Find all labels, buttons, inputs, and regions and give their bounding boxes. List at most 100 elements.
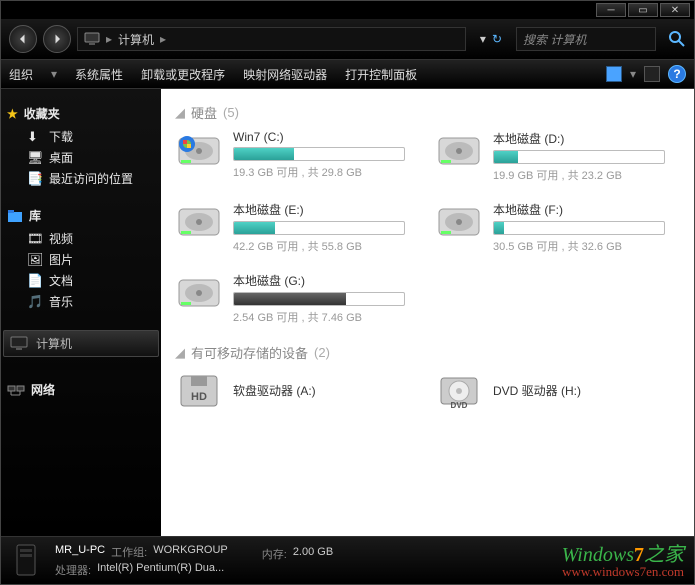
- drive-freespace: 2.54 GB 可用 , 共 7.46 GB: [233, 309, 405, 325]
- breadcrumb-sep: ▸: [106, 32, 112, 46]
- refresh-area: ▾ ↻: [480, 32, 502, 46]
- drive-item[interactable]: 本地磁盘 (E:) 42.2 GB 可用 , 共 55.8 GB: [175, 201, 405, 254]
- sidebar-item-label: 文档: [49, 272, 73, 289]
- drive-item[interactable]: HD 软盘驱动器 (A:): [175, 370, 405, 410]
- computer-icon: [11, 543, 41, 579]
- sidebar-item-label: 最近访问的位置: [49, 170, 133, 187]
- library-icon: [7, 209, 23, 223]
- search-icon[interactable]: [668, 30, 686, 48]
- toolbar-controlpanel[interactable]: 打开控制面板: [345, 66, 417, 83]
- drive-name: 软盘驱动器 (A:): [233, 382, 405, 399]
- collapse-icon: ◢: [175, 345, 185, 361]
- minimize-button[interactable]: ─: [596, 3, 626, 17]
- status-pcname: MR_U-PC: [55, 544, 105, 560]
- status-workgroup-label: 工作组:: [111, 544, 147, 560]
- toolbar-mapdrive[interactable]: 映射网络驱动器: [243, 66, 327, 83]
- toolbar-organize[interactable]: 组织: [9, 66, 33, 83]
- drive-item[interactable]: DVD DVD 驱动器 (H:): [435, 370, 665, 410]
- drive-item[interactable]: 本地磁盘 (F:) 30.5 GB 可用 , 共 32.6 GB: [435, 201, 665, 254]
- group-removable[interactable]: ◢ 有可移动存储的设备 (2): [175, 343, 680, 362]
- picture-icon: 🖼: [27, 252, 43, 268]
- breadcrumb-sep: ▸: [160, 32, 166, 46]
- drive-freespace: 30.5 GB 可用 , 共 32.6 GB: [493, 238, 665, 254]
- explorer-window: ─ ▭ ✕ ▸ 计算机 ▸ ▾ ↻ 搜索 计算机 组织 ▾: [0, 0, 695, 585]
- libraries-label: 库: [29, 207, 41, 224]
- sidebar-item-library[interactable]: 📄 文档: [7, 270, 155, 291]
- capacity-bar: [233, 221, 405, 235]
- toolbar-uninstall[interactable]: 卸载或更改程序: [141, 66, 225, 83]
- drive-freespace: 19.9 GB 可用 , 共 23.2 GB: [493, 167, 665, 183]
- group-removable-count: (2): [314, 345, 330, 360]
- status-cpu: Intel(R) Pentium(R) Dua...: [97, 562, 224, 578]
- sidebar-item-label: 音乐: [49, 293, 73, 310]
- sidebar-libraries-head[interactable]: 库: [7, 207, 155, 224]
- titlebar: ─ ▭ ✕: [1, 1, 694, 19]
- document-icon: 📄: [27, 273, 43, 289]
- floppy-icon: HD: [175, 370, 223, 410]
- group-hdd-count: (5): [223, 105, 239, 120]
- drive-item[interactable]: Win7 (C:) 19.3 GB 可用 , 共 29.8 GB: [175, 130, 405, 183]
- sidebar-item-label: 图片: [49, 251, 73, 268]
- desktop-icon: 🖥: [27, 150, 43, 166]
- body: ★ 收藏夹 ⬇下载 🖥 桌面 📑最近访问的位置 库 🎞 视频 🖼 图片 📄 文档 🎵 音乐 计算机: [1, 89, 694, 536]
- capacity-bar: [233, 292, 405, 306]
- dropdown-history-icon[interactable]: ▾: [480, 32, 486, 46]
- forward-button[interactable]: [43, 25, 71, 53]
- drive-freespace: 42.2 GB 可用 , 共 55.8 GB: [233, 238, 405, 254]
- hdd-icon: [175, 130, 223, 170]
- sidebar-item-label: 下载: [49, 128, 73, 145]
- computer-label: 计算机: [36, 335, 72, 352]
- help-icon[interactable]: ?: [668, 65, 686, 83]
- sidebar-item-library[interactable]: 🖼 图片: [7, 249, 155, 270]
- close-button[interactable]: ✕: [660, 3, 690, 17]
- group-hdd[interactable]: ◢ 硬盘 (5): [175, 103, 680, 122]
- svg-text:DVD: DVD: [451, 401, 468, 410]
- video-icon: 🎞: [27, 231, 43, 247]
- sidebar-item-library[interactable]: 🎞 视频: [7, 228, 155, 249]
- toolbar-sysprops[interactable]: 系统属性: [75, 66, 123, 83]
- refresh-icon[interactable]: ↻: [492, 32, 502, 46]
- drive-name: 本地磁盘 (F:): [493, 201, 665, 218]
- sidebar: ★ 收藏夹 ⬇下载 🖥 桌面 📑最近访问的位置 库 🎞 视频 🖼 图片 📄 文档 🎵 音乐 计算机: [1, 89, 161, 536]
- content-pane: ◢ 硬盘 (5) Win7 (C:) 19.3 GB 可用 , 共 29.8 G…: [161, 89, 694, 536]
- network-label: 网络: [31, 381, 55, 398]
- hdd-icon: [435, 130, 483, 170]
- view-mode-icon[interactable]: [606, 66, 622, 82]
- drive-item[interactable]: 本地磁盘 (G:) 2.54 GB 可用 , 共 7.46 GB: [175, 272, 405, 325]
- navbar: ▸ 计算机 ▸ ▾ ↻ 搜索 计算机: [1, 19, 694, 59]
- sidebar-item-favorite[interactable]: 📑最近访问的位置: [7, 168, 155, 189]
- preview-pane-icon[interactable]: [644, 66, 660, 82]
- computer-icon: [84, 32, 100, 46]
- group-removable-label: 有可移动存储的设备: [191, 343, 308, 362]
- breadcrumb-root[interactable]: 计算机: [118, 31, 154, 48]
- star-icon: ★: [7, 107, 18, 121]
- favorites-label: 收藏夹: [24, 105, 60, 122]
- network-icon: [7, 383, 25, 397]
- hdd-icon: [175, 201, 223, 241]
- sidebar-item-favorite[interactable]: 🖥 桌面: [7, 147, 155, 168]
- sidebar-item-favorite[interactable]: ⬇下载: [7, 126, 155, 147]
- sidebar-favorites-head[interactable]: ★ 收藏夹: [7, 105, 155, 122]
- drive-item[interactable]: 本地磁盘 (D:) 19.9 GB 可用 , 共 23.2 GB: [435, 130, 665, 183]
- sidebar-item-label: 视频: [49, 230, 73, 247]
- drive-freespace: 19.3 GB 可用 , 共 29.8 GB: [233, 164, 405, 180]
- sidebar-item-network[interactable]: 网络: [7, 381, 155, 398]
- back-button[interactable]: [9, 25, 37, 53]
- drive-name: 本地磁盘 (G:): [233, 272, 405, 289]
- dvd-icon: DVD: [435, 370, 483, 410]
- address-bar[interactable]: ▸ 计算机 ▸: [77, 27, 466, 51]
- hdd-icon: [175, 272, 223, 312]
- capacity-bar: [493, 150, 665, 164]
- drive-name: DVD 驱动器 (H:): [493, 382, 665, 399]
- status-mem: 2.00 GB: [293, 546, 333, 562]
- drive-name: Win7 (C:): [233, 130, 405, 144]
- maximize-button[interactable]: ▭: [628, 3, 658, 17]
- sidebar-item-library[interactable]: 🎵 音乐: [7, 291, 155, 312]
- search-box[interactable]: 搜索 计算机: [516, 27, 656, 51]
- sidebar-item-computer[interactable]: 计算机: [3, 330, 159, 357]
- sidebar-item-label: 桌面: [49, 149, 73, 166]
- music-icon: 🎵: [27, 294, 43, 310]
- svg-text:HD: HD: [191, 391, 207, 403]
- status-cpu-label: 处理器:: [55, 562, 91, 578]
- drive-name: 本地磁盘 (E:): [233, 201, 405, 218]
